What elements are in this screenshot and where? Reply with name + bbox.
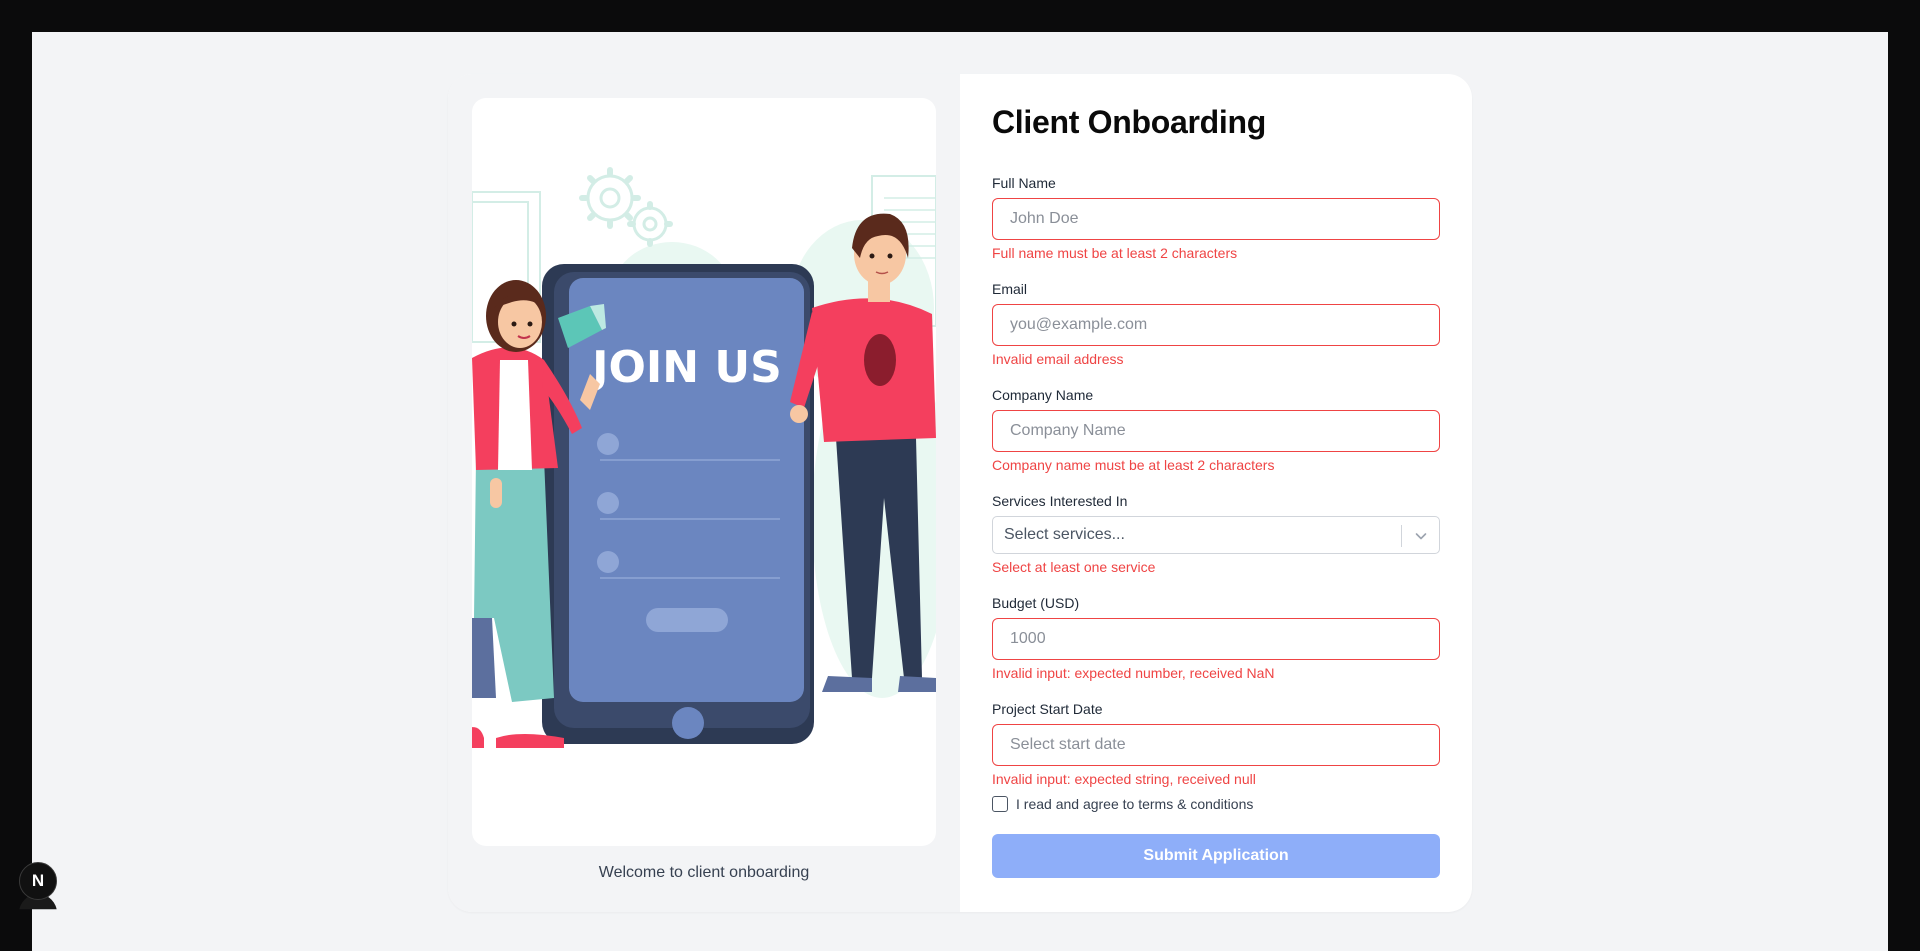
form-title: Client Onboarding [992, 104, 1266, 140]
start-date-input[interactable] [992, 724, 1440, 766]
full-name-input[interactable] [992, 198, 1440, 240]
onboarding-form: Client Onboarding Full Name Full name mu… [960, 74, 1472, 912]
welcome-caption: Welcome to client onboarding [598, 864, 810, 881]
services-error: Select at least one service [992, 559, 1156, 575]
company-label: Company Name [992, 387, 1094, 403]
gears [586, 174, 668, 242]
onboarding-card: JOIN US Welcome to client onboarding Cli… [448, 74, 1472, 912]
nextjs-icon[interactable]: N [19, 862, 57, 900]
services-label: Services Interested In [992, 493, 1128, 509]
budget-field: Budget (USD) Invalid input: expected num… [992, 594, 1440, 682]
chevron-down-icon[interactable] [1413, 528, 1429, 544]
email-error: Invalid email address [992, 351, 1124, 367]
left-panel: JOIN US Welcome to client onboarding [448, 74, 960, 912]
join-us-text: JOIN US [589, 342, 782, 393]
full-name-error: Full name must be at least 2 characters [992, 245, 1238, 261]
start-date-field: Project Start Date Invalid input: expect… [992, 700, 1440, 788]
start-date-label: Project Start Date [992, 701, 1103, 717]
services-field: Services Interested In Select services..… [992, 492, 1440, 576]
terms-label[interactable]: I read and agree to terms & conditions [1016, 796, 1253, 812]
join-us-illustration: JOIN US [472, 98, 936, 846]
email-input[interactable] [992, 304, 1440, 346]
submit-application-button[interactable]: Submit Application [992, 834, 1440, 878]
email-label: Email [992, 281, 1028, 297]
terms-checkbox[interactable] [992, 796, 1008, 812]
services-select[interactable]: Select services... [992, 516, 1440, 554]
company-field: Company Name Company name must be at lea… [992, 386, 1440, 474]
budget-error: Invalid input: expected number, received… [992, 665, 1275, 681]
company-input[interactable] [992, 410, 1440, 452]
email-field: Email Invalid email address [992, 280, 1440, 368]
budget-label: Budget (USD) [992, 595, 1080, 611]
services-placeholder: Select services... [1004, 526, 1125, 543]
full-name-field: Full Name Full name must be at least 2 c… [992, 174, 1440, 262]
budget-input[interactable] [992, 618, 1440, 660]
full-name-label: Full Name [992, 175, 1056, 191]
company-error: Company name must be at least 2 characte… [992, 457, 1275, 473]
start-date-error: Invalid input: expected string, received… [992, 771, 1256, 787]
terms-row: I read and agree to terms & conditions [992, 796, 1253, 812]
page-viewport: JOIN US Welcome to client onboarding Cli… [32, 32, 1888, 951]
select-separator [1401, 525, 1402, 547]
